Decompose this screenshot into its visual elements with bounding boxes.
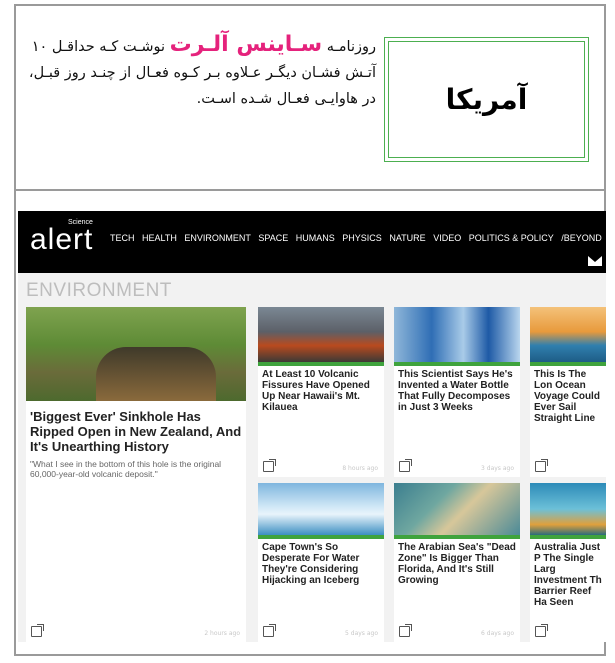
card-title[interactable]: Australia Just P The Single Larg Investm… — [534, 542, 606, 608]
nav-beyond[interactable]: /BEYOND — [561, 233, 602, 243]
featured-quote: "What I see in the bottom of this hole i… — [30, 459, 222, 479]
section-title: ENVIRONMENT — [26, 280, 172, 301]
share-icon[interactable] — [535, 624, 548, 637]
article-card[interactable]: Cape Town's So Desperate For Water They'… — [258, 483, 384, 642]
nav-physics[interactable]: PHYSICS — [342, 233, 382, 243]
share-icon[interactable] — [263, 459, 276, 472]
intro-before: روزنامـه — [322, 39, 376, 55]
header-divider — [16, 189, 604, 191]
featured-title[interactable]: 'Biggest Ever' Sinkhole Has Ripped Open … — [30, 409, 242, 454]
share-icon[interactable] — [535, 459, 548, 472]
card-title[interactable]: This Is The Lon Ocean Voyage Could Ever … — [534, 369, 606, 424]
card-image — [258, 483, 384, 535]
article-card[interactable]: This Scientist Says He's Invented a Wate… — [394, 307, 520, 477]
share-icon[interactable] — [263, 624, 276, 637]
mail-icon[interactable] — [588, 256, 602, 266]
card-title[interactable]: Cape Town's So Desperate For Water They'… — [262, 542, 380, 586]
nav-tech[interactable]: TECH — [110, 233, 135, 243]
share-icon[interactable] — [31, 624, 44, 637]
article-card[interactable]: This Is The Lon Ocean Voyage Could Ever … — [530, 307, 606, 477]
logo-text: alert — [30, 223, 94, 256]
site-logo[interactable]: Science alert — [30, 219, 94, 256]
card-title[interactable]: This Scientist Says He's Invented a Wate… — [398, 369, 516, 413]
card-image — [394, 307, 520, 362]
featured-article[interactable]: 'Biggest Ever' Sinkhole Has Ripped Open … — [26, 307, 246, 642]
article-title: آمریکا — [445, 83, 528, 116]
featured-image — [26, 307, 246, 401]
article-card[interactable]: At Least 10 Volcanic Fissures Have Opene… — [258, 307, 384, 477]
card-image — [258, 307, 384, 362]
title-box: آمریکا — [384, 37, 589, 162]
card-image — [530, 483, 606, 535]
nav-space[interactable]: SPACE — [258, 233, 288, 243]
site-nav: Science alert TECH HEALTH ENVIRONMENT SP… — [18, 211, 606, 273]
card-title[interactable]: At Least 10 Volcanic Fissures Have Opene… — [262, 369, 380, 413]
nav-health[interactable]: HEALTH — [142, 233, 177, 243]
nav-video[interactable]: VIDEO — [433, 233, 461, 243]
card-time: 3 days ago — [481, 465, 514, 472]
nav-environment[interactable]: ENVIRONMENT — [184, 233, 251, 243]
website-screenshot: Science alert TECH HEALTH ENVIRONMENT SP… — [18, 211, 606, 642]
intro-paragraph: روزنامـه سـاینس آلـرت نوشـت کـه حداقـل ۱… — [20, 32, 376, 112]
card-image — [394, 483, 520, 535]
article-card[interactable]: Australia Just P The Single Larg Investm… — [530, 483, 606, 642]
card-time: 8 hours ago — [342, 465, 378, 472]
nav-nature[interactable]: NATURE — [389, 233, 425, 243]
article-card[interactable]: The Arabian Sea's "Dead Zone" Is Bigger … — [394, 483, 520, 642]
card-time: 6 days ago — [481, 630, 514, 637]
share-icon[interactable] — [399, 624, 412, 637]
nav-politics[interactable]: POLITICS & POLICY — [469, 233, 554, 243]
card-title[interactable]: The Arabian Sea's "Dead Zone" Is Bigger … — [398, 542, 516, 586]
card-image — [530, 307, 606, 362]
brand-name: سـاینس آلـرت — [169, 32, 323, 57]
card-time: 5 days ago — [345, 630, 378, 637]
nav-menu: TECH HEALTH ENVIRONMENT SPACE HUMANS PHY… — [110, 233, 606, 243]
share-icon[interactable] — [399, 459, 412, 472]
featured-time: 2 hours ago — [204, 630, 240, 637]
nav-humans[interactable]: HUMANS — [296, 233, 335, 243]
